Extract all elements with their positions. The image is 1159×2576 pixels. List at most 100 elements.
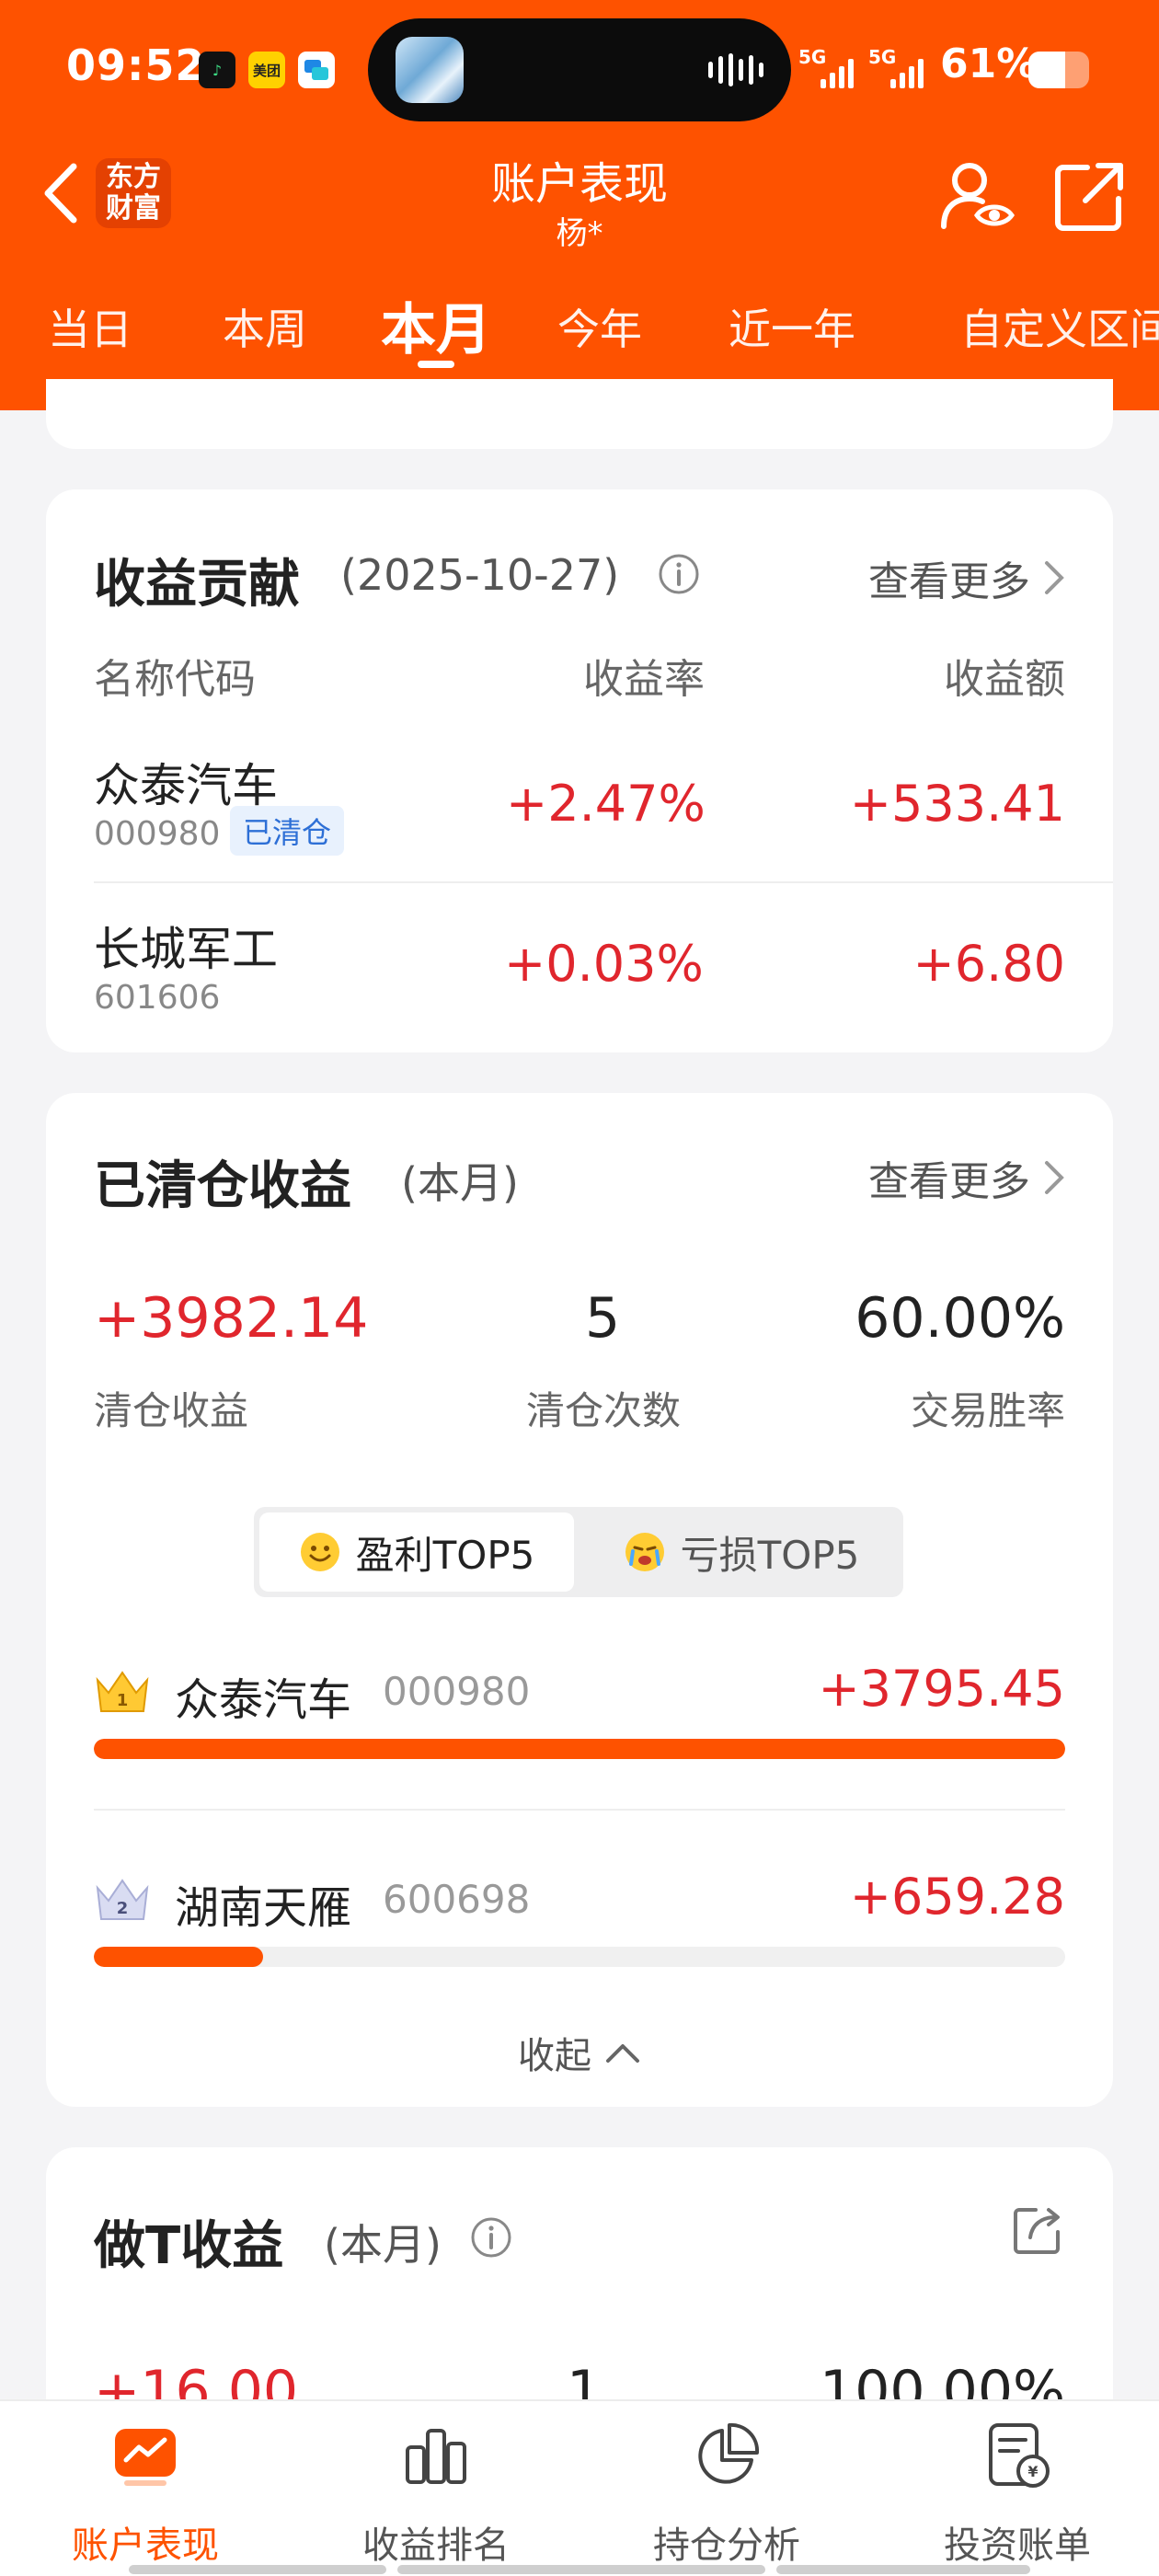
crown-rank-1-icon: 1: [96, 1671, 149, 1712]
loss-top5-tab[interactable]: 亏损TOP5: [585, 1512, 898, 1592]
home-indicator-2: [397, 2565, 765, 2574]
bottom-tab-bar: 账户表现 收益排名 持仓分析 ¥ 投资账单: [0, 2399, 1159, 2576]
cleared-count-label: 清仓次数: [526, 1388, 682, 1433]
header: 09:52 ♪ 美团 5G 5G 61% 东方 财富 账户表现 杨* 当日 本周…: [0, 0, 1159, 410]
rank-progress-track: [94, 1947, 1065, 1967]
t-trade-title: 做T收益: [94, 2216, 284, 2276]
smile-emoji-icon: [300, 1533, 339, 1571]
privacy-eye-button[interactable]: [936, 155, 1019, 237]
loss-top5-label: 亏损TOP5: [680, 1532, 860, 1578]
rank-divider: [94, 1809, 1065, 1811]
cleared-count-value: 5: [585, 1286, 621, 1351]
meituan-app-icon: 美团: [248, 52, 285, 88]
collapse-label: 收起: [518, 2035, 591, 2077]
rank-stock-code: 600698: [383, 1877, 531, 1922]
media-thumbnail: [396, 37, 464, 103]
bill-icon: ¥: [989, 2423, 1050, 2488]
battery-icon: [1028, 52, 1089, 88]
active-tab-indicator: [418, 361, 454, 368]
row-amount: +6.80: [912, 935, 1065, 993]
tab-month[interactable]: 本月: [381, 285, 491, 365]
tab-week[interactable]: 本周: [223, 296, 307, 357]
bottom-tab-bill[interactable]: ¥ 投资账单: [907, 2420, 1128, 2569]
col-header-amount: 收益额: [944, 656, 1065, 703]
rank-profit-value: +659.28: [849, 1868, 1065, 1926]
more-label: 查看更多: [868, 1158, 1030, 1205]
contribution-card: 收益贡献 (2025-10-27) 查看更多 名称代码 收益率 收益额 众泰汽车…: [46, 489, 1113, 1052]
crying-emoji-icon: [625, 1533, 664, 1571]
bottom-tab-account[interactable]: 账户表现: [35, 2420, 256, 2569]
row-rate: +0.03%: [504, 935, 704, 993]
rank-stock-name: 湖南天雁: [175, 1882, 352, 1934]
bottom-tab-ranking[interactable]: 收益排名: [326, 2420, 546, 2569]
chat-app-icon: [298, 52, 335, 88]
rank-progress-track: [94, 1739, 1065, 1759]
period-tabs: 当日 本周 本月 今年 近一年 自定义区间: [0, 276, 1159, 386]
chevron-right-icon: [1045, 561, 1064, 594]
stock-code: 601606: [94, 979, 221, 1017]
svg-text:¥: ¥: [1027, 2463, 1038, 2480]
rank-stock-code: 000980: [383, 1669, 531, 1714]
bottom-tab-label: 账户表现: [72, 2524, 219, 2567]
bar-chart-icon: [406, 2429, 466, 2484]
rank-progress-fill: [94, 1739, 1065, 1759]
signal-icon-2: [890, 57, 924, 88]
stock-name: 长城军工: [94, 923, 278, 976]
battery-level: [1028, 52, 1066, 88]
share-button[interactable]: [1050, 156, 1130, 236]
stock-code: 000980: [94, 815, 221, 853]
status-bar: 09:52 ♪ 美团 5G 5G 61%: [0, 0, 1159, 138]
share-icon[interactable]: [1010, 2202, 1065, 2258]
bottom-tab-label: 持仓分析: [653, 2524, 800, 2567]
battery-percent: 61%: [940, 40, 1038, 87]
pie-chart-icon: [698, 2422, 760, 2484]
win-rate-label: 交易胜率: [910, 1388, 1065, 1433]
cleared-profit-label: 清仓收益: [94, 1388, 249, 1433]
rank-number: 1: [117, 1691, 129, 1710]
row-rate: +2.47%: [506, 775, 706, 833]
row-amount: +533.41: [849, 775, 1065, 833]
bottom-tab-label: 收益排名: [362, 2524, 510, 2567]
share-icon: [1055, 163, 1123, 231]
rank-number: 2: [117, 1899, 129, 1918]
t-trade-period: (本月): [324, 2220, 442, 2270]
user-eye-icon: [941, 163, 1016, 229]
audio-wave-icon: [708, 53, 763, 86]
col-header-name: 名称代码: [94, 656, 256, 703]
contribution-date: (2025-10-27): [340, 550, 620, 600]
bottom-tab-label: 投资账单: [944, 2524, 1091, 2567]
music-app-icon: ♪: [199, 52, 235, 88]
tab-today[interactable]: 当日: [48, 296, 132, 357]
rank-profit-value: +3795.45: [818, 1660, 1065, 1718]
profit-top5-tab[interactable]: 盈利TOP5: [259, 1512, 574, 1592]
chart-screen-icon: [115, 2429, 176, 2486]
info-icon[interactable]: [469, 2215, 513, 2260]
collapse-button[interactable]: 收起: [46, 2026, 1113, 2079]
tab-custom-range[interactable]: 自定义区间: [960, 296, 1159, 357]
dynamic-island: [368, 18, 791, 121]
cleared-profit-value: +3982.14: [94, 1286, 369, 1351]
tab-year[interactable]: 今年: [557, 296, 642, 357]
cleared-title: 已清仓收益: [94, 1156, 351, 1216]
rank-stock-name: 众泰汽车: [175, 1674, 352, 1726]
top5-toggle: 盈利TOP5 亏损TOP5: [254, 1507, 903, 1597]
row-divider: [94, 881, 1113, 883]
chevron-right-icon: [1045, 1161, 1064, 1194]
cleared-tag: 已清仓: [230, 806, 345, 856]
rank-progress-fill: [94, 1947, 263, 1967]
home-indicator: [129, 2565, 386, 2574]
contribution-more-link[interactable]: 查看更多: [868, 548, 1065, 607]
previous-card-bottom: [46, 379, 1113, 449]
signal-icon: [820, 57, 854, 88]
cleared-card: 已清仓收益 (本月) 查看更多 +3982.14 清仓收益 5 清仓次数 60.…: [46, 1093, 1113, 2107]
bottom-tab-holdings[interactable]: 持仓分析: [616, 2420, 837, 2569]
tab-last-year[interactable]: 近一年: [729, 296, 855, 357]
nav-bar: 东方 财富 账户表现 杨*: [0, 138, 1159, 258]
chevron-up-icon: [606, 2044, 639, 2063]
cleared-more-link[interactable]: 查看更多: [868, 1148, 1065, 1207]
col-header-rate: 收益率: [583, 656, 705, 703]
win-rate-value: 60.00%: [855, 1286, 1065, 1351]
info-icon[interactable]: [657, 552, 701, 596]
more-label: 查看更多: [868, 558, 1030, 605]
contribution-title: 收益贡献: [94, 555, 300, 615]
